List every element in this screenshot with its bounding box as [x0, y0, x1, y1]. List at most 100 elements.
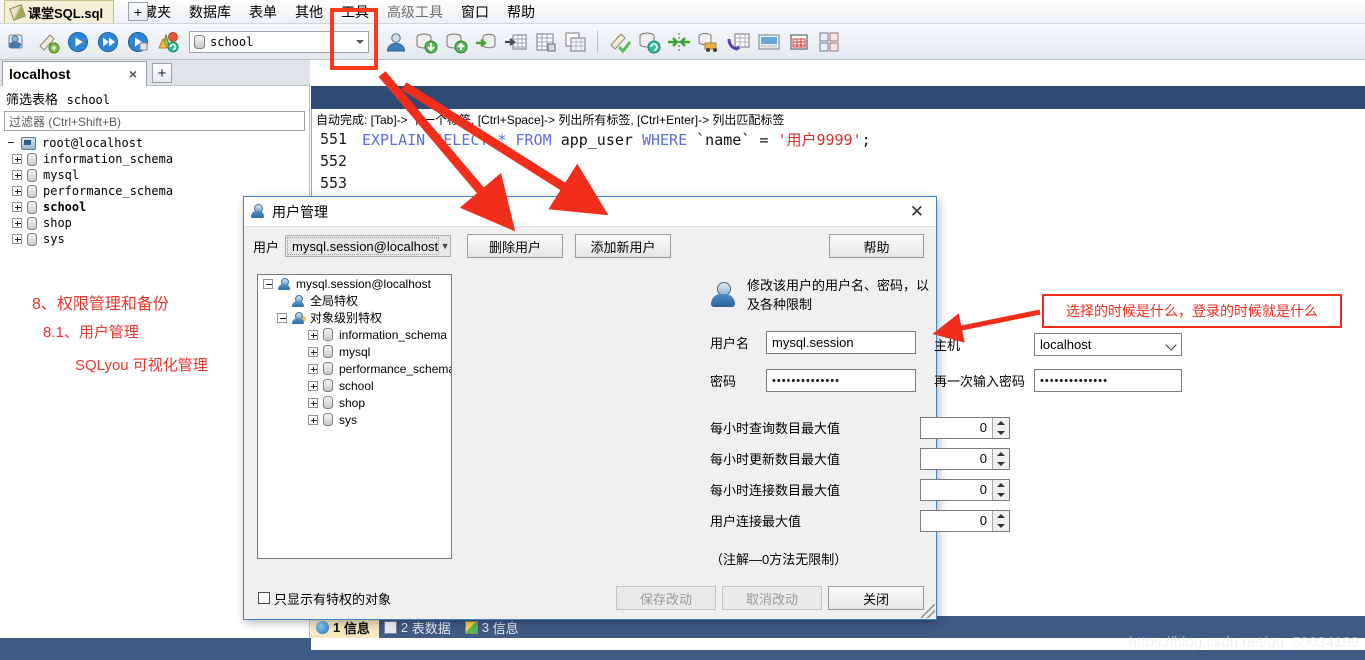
connection-tab-localhost[interactable]: localhost ×	[2, 61, 147, 86]
delete-user-button[interactable]: 删除用户	[467, 234, 564, 258]
max-connections-per-hour-stepper[interactable]: 0	[920, 478, 1010, 501]
expand-icon[interactable]	[12, 218, 22, 228]
privilege-db-information_schema[interactable]: information_schema	[258, 326, 451, 343]
checkbox-box[interactable]	[258, 592, 270, 604]
expand-icon[interactable]	[308, 397, 318, 408]
stepper-down-button[interactable]	[993, 428, 1009, 438]
close-dialog-button[interactable]: 关闭	[828, 586, 924, 610]
sync-db-icon[interactable]	[636, 29, 662, 55]
max-user-connections-label: 用户连接最大值	[710, 514, 802, 529]
new-query-icon[interactable]	[35, 29, 61, 55]
add-connection-tab-button[interactable]: +	[152, 63, 172, 83]
sql-tab-courseware[interactable]: 课堂SQL.sql	[4, 0, 115, 23]
stepper-down-button[interactable]	[993, 459, 1009, 469]
privilege-db-label: mysql	[339, 344, 371, 359]
new-connection-icon[interactable]	[5, 29, 31, 55]
expand-icon[interactable]	[12, 234, 22, 244]
password-input[interactable]: ••••••••••••••	[766, 369, 916, 392]
expand-icon[interactable]	[12, 202, 22, 212]
privilege-db-performance_schema[interactable]: performance_schema	[258, 360, 451, 377]
expand-icon[interactable]	[308, 380, 318, 391]
clean-icon[interactable]	[606, 29, 632, 55]
privilege-tree-global[interactable]: 全局特权	[258, 292, 451, 309]
export-db-icon[interactable]	[443, 29, 469, 55]
privilege-db-sys[interactable]: sys	[258, 411, 451, 428]
help-button[interactable]: 帮助	[829, 234, 924, 258]
show-privileged-only-checkbox[interactable]: 只显示有特权的对象	[258, 589, 391, 608]
duplicate-icon[interactable]	[563, 29, 589, 55]
run-all-icon[interactable]	[95, 29, 121, 55]
collapse-icon[interactable]	[277, 312, 287, 323]
tree-item-information_schema[interactable]: information_schema	[0, 151, 309, 167]
expand-icon[interactable]	[308, 363, 318, 374]
menu-item-form[interactable]: 表单	[240, 0, 286, 24]
add-sql-tab-button[interactable]: +	[128, 2, 148, 21]
restore-icon[interactable]	[726, 29, 752, 55]
tree-root-root-at-localhost[interactable]: root@localhost	[0, 135, 309, 151]
collapse-icon[interactable]	[263, 278, 273, 289]
menu-item-window[interactable]: 窗口	[452, 0, 498, 24]
menu-item-other[interactable]: 其他	[286, 0, 332, 24]
expand-icon[interactable]	[12, 186, 22, 196]
transfer-db-icon[interactable]	[473, 29, 499, 55]
user-select-combo[interactable]: mysql.session@localhost ▼	[285, 235, 452, 257]
host-select[interactable]: localhost	[1034, 333, 1182, 356]
menu-item-tools[interactable]: 工具	[332, 0, 378, 24]
dialog-resize-grip[interactable]	[921, 604, 935, 618]
sql-column-name: `name`	[696, 130, 751, 149]
report-icon[interactable]	[533, 29, 559, 55]
close-icon[interactable]: ✕	[904, 203, 930, 220]
stepper-up-button[interactable]	[993, 480, 1009, 490]
stepper-buttons[interactable]	[992, 417, 1009, 438]
filter-input[interactable]: 过滤器 (Ctrl+Shift+B)	[4, 111, 305, 131]
run-icon[interactable]	[65, 29, 91, 55]
expand-icon[interactable]	[12, 170, 22, 180]
max-user-connections-stepper[interactable]: 0	[920, 509, 1010, 532]
privilege-db-mysql[interactable]: mysql	[258, 343, 451, 360]
privilege-tree[interactable]: mysql.session@localhost 全局特权 对象级别特权 info…	[257, 274, 452, 559]
menu-bar: 文件 编辑 收藏夹 数据库 表单 其他 工具 高级工具 窗口 帮助	[0, 0, 1365, 24]
advanced-tools-user-icon[interactable]	[383, 29, 409, 55]
expand-icon[interactable]	[308, 329, 318, 340]
privilege-db-school[interactable]: school	[258, 377, 451, 394]
database-combo[interactable]: school	[189, 30, 369, 53]
expand-icon[interactable]	[308, 346, 318, 357]
stop-icon[interactable]	[125, 29, 151, 55]
table-designer-icon[interactable]	[786, 29, 812, 55]
max-connections-per-hour-label: 每小时连接数目最大值	[710, 483, 841, 498]
tree-item-label: performance_schema	[43, 184, 174, 198]
tree-item-mysql[interactable]: mysql	[0, 167, 309, 183]
max-updates-per-hour-stepper[interactable]: 0	[920, 447, 1010, 470]
privilege-tree-object[interactable]: 对象级别特权	[258, 309, 451, 326]
server-monitor-icon[interactable]	[816, 29, 842, 55]
stepper-buttons[interactable]	[992, 479, 1009, 500]
import-db-icon[interactable]	[413, 29, 439, 55]
refresh-icon[interactable]	[155, 29, 181, 55]
stepper-up-button[interactable]	[993, 449, 1009, 459]
stepper-buttons[interactable]	[992, 510, 1009, 531]
privilege-db-shop[interactable]: shop	[258, 394, 451, 411]
max-queries-per-hour-stepper[interactable]: 0	[920, 416, 1010, 439]
privilege-tree-root[interactable]: mysql.session@localhost	[258, 275, 451, 292]
stepper-up-button[interactable]	[993, 418, 1009, 428]
close-icon[interactable]: ×	[126, 66, 140, 82]
menu-item-advanced-tools[interactable]: 高级工具	[378, 0, 452, 24]
stepper-down-button[interactable]	[993, 521, 1009, 531]
menu-item-help[interactable]: 帮助	[498, 0, 544, 24]
compare-icon[interactable]	[666, 29, 692, 55]
code-line: 553	[312, 172, 1365, 194]
username-input[interactable]: mysql.session	[766, 331, 916, 354]
cancel-changes-button[interactable]: 取消改动	[722, 586, 822, 610]
backup-icon[interactable]	[696, 29, 722, 55]
stepper-buttons[interactable]	[992, 448, 1009, 469]
add-user-button[interactable]: 添加新用户	[575, 234, 672, 258]
menu-item-database[interactable]: 数据库	[180, 0, 240, 24]
monitor-icon[interactable]	[756, 29, 782, 55]
export-grid-icon[interactable]	[503, 29, 529, 55]
password-confirm-input[interactable]: ••••••••••••••	[1034, 369, 1182, 392]
expand-icon[interactable]	[308, 414, 318, 425]
save-changes-button[interactable]: 保存改动	[616, 586, 716, 610]
expand-icon[interactable]	[12, 154, 22, 164]
stepper-down-button[interactable]	[993, 490, 1009, 500]
stepper-up-button[interactable]	[993, 511, 1009, 521]
